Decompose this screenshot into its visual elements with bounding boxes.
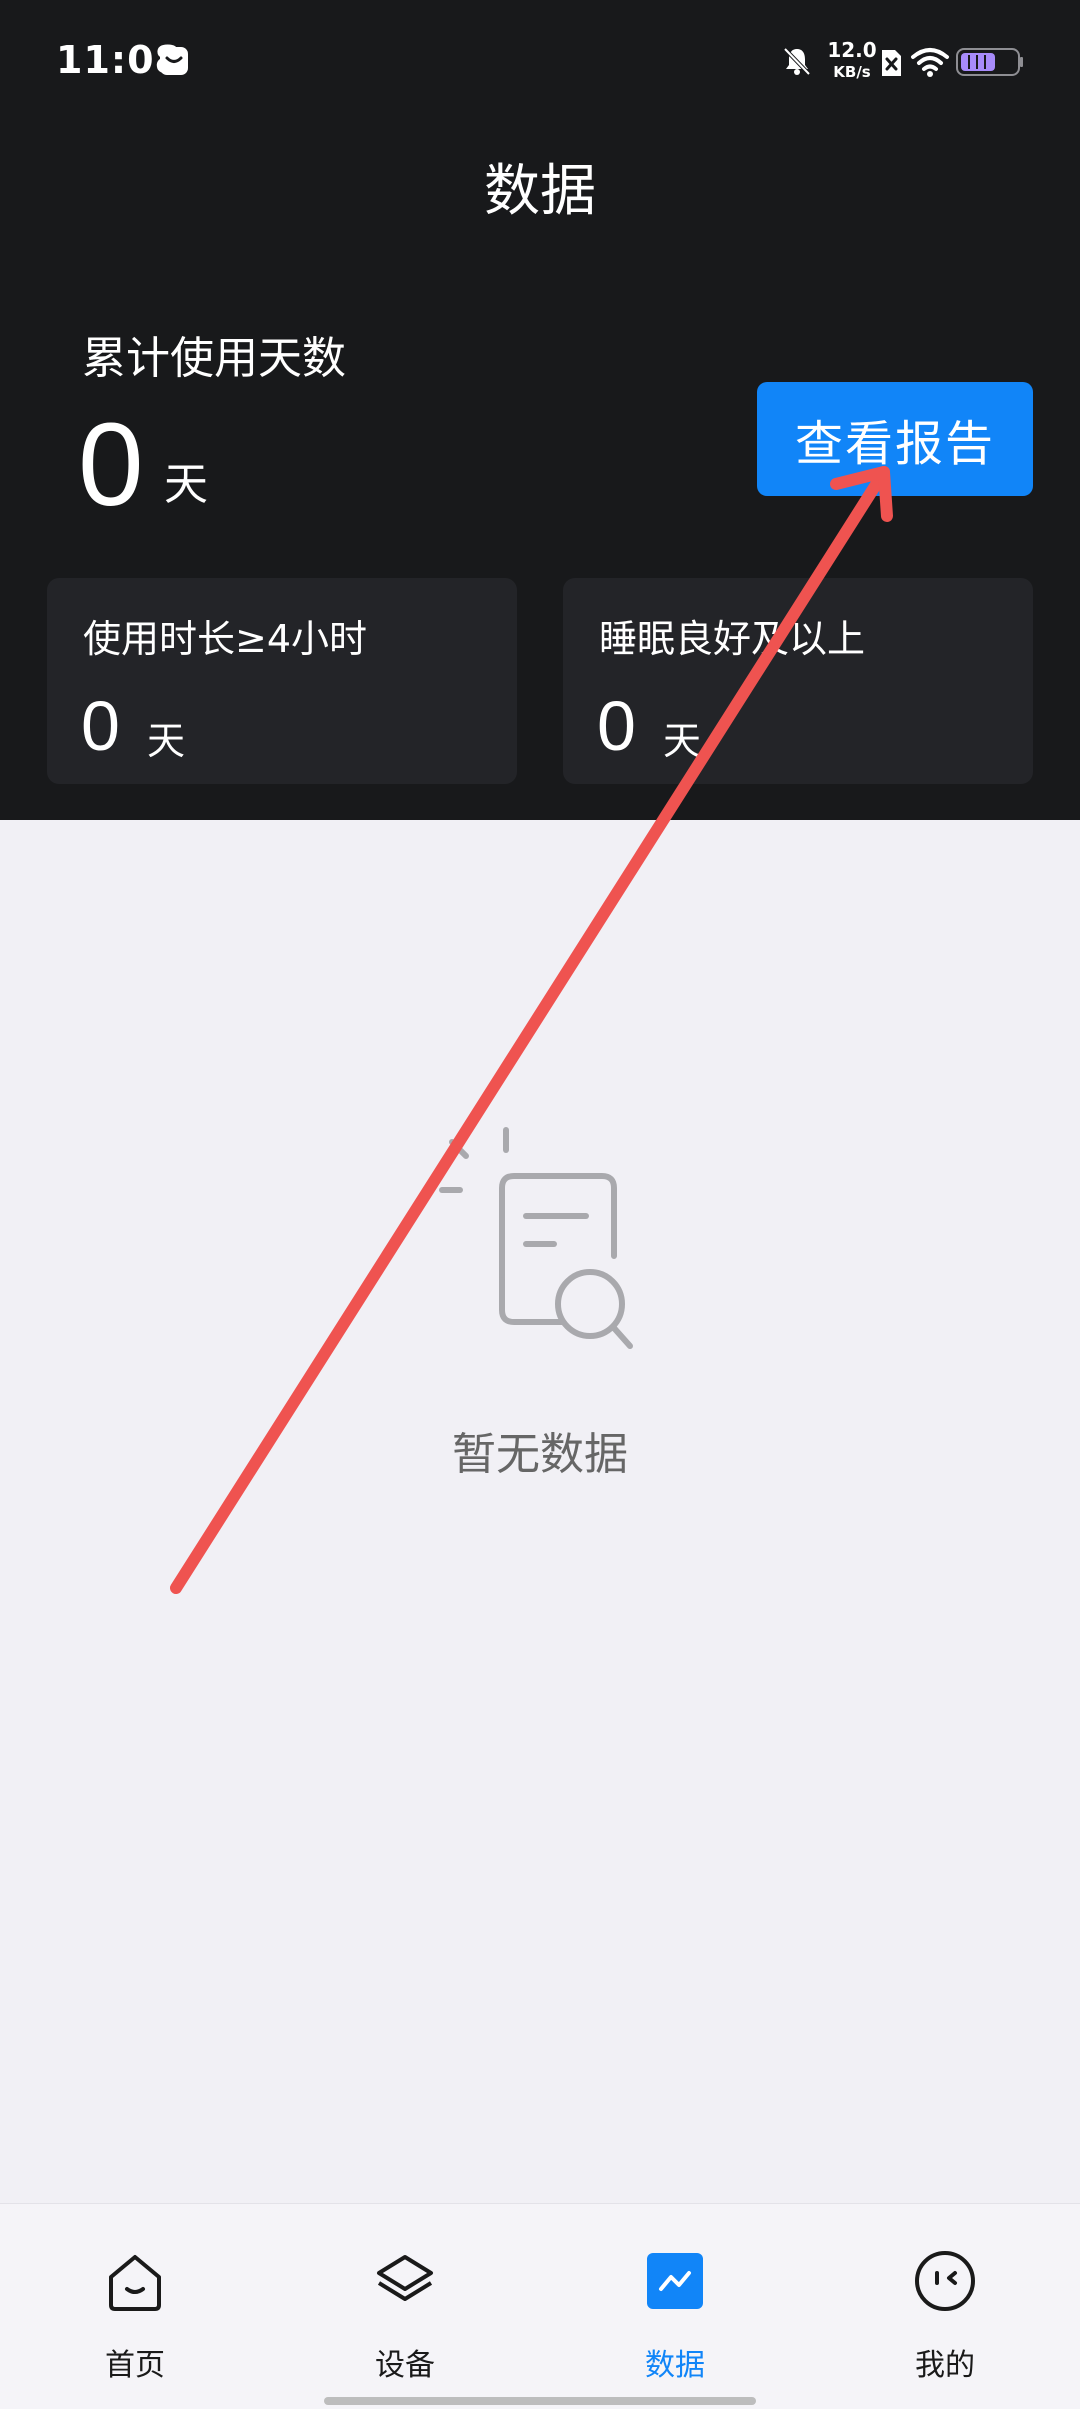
total-days-unit: 天 — [164, 459, 208, 510]
nav-item-device[interactable]: 设备 — [270, 2204, 540, 2409]
view-report-button[interactable]: 查看报告 — [757, 382, 1033, 496]
nav-item-mine[interactable]: 我的 — [810, 2204, 1080, 2409]
sim-icon — [882, 50, 901, 76]
net-speed-value: 12.0 — [827, 38, 877, 62]
stat-value: 0 — [81, 687, 120, 765]
page-title: 数据 — [484, 159, 596, 224]
document-search-icon — [439, 1127, 633, 1349]
empty-state-text: 暂无数据 — [452, 1429, 628, 1480]
nav-item-home[interactable]: 首页 — [0, 2204, 270, 2409]
nav-item-data[interactable]: 数据 — [540, 2204, 810, 2409]
battery-icon — [956, 48, 1023, 76]
home-indicator[interactable] — [324, 2397, 756, 2405]
stat-card-sleep: 睡眠良好及以上 0 天 — [563, 578, 1033, 784]
total-days-value: 0 — [78, 399, 144, 531]
stat-label: 使用时长≥4小时 — [83, 617, 368, 661]
message-icon — [160, 47, 188, 75]
face-icon — [915, 2251, 975, 2311]
home-icon — [109, 2255, 161, 2311]
stat-label: 睡眠良好及以上 — [599, 617, 866, 661]
wifi-icon — [911, 48, 949, 77]
nav-label: 首页 — [105, 2348, 165, 2383]
bell-muted-icon — [783, 47, 811, 76]
stat-value: 0 — [597, 687, 636, 765]
chart-icon — [647, 2253, 703, 2309]
stat-unit: 天 — [147, 719, 186, 763]
nav-label: 数据 — [645, 2348, 705, 2383]
stat-card-usage: 使用时长≥4小时 0 天 — [47, 578, 517, 784]
stat-unit: 天 — [663, 719, 702, 763]
total-days-label: 累计使用天数 — [82, 333, 346, 384]
net-speed-unit: KB/s — [833, 63, 871, 81]
bottom-nav: 首页 设备 数据 我的 — [0, 2203, 1080, 2409]
nav-label: 设备 — [375, 2348, 435, 2383]
layers-icon — [377, 2255, 433, 2301]
nav-label: 我的 — [915, 2348, 975, 2383]
